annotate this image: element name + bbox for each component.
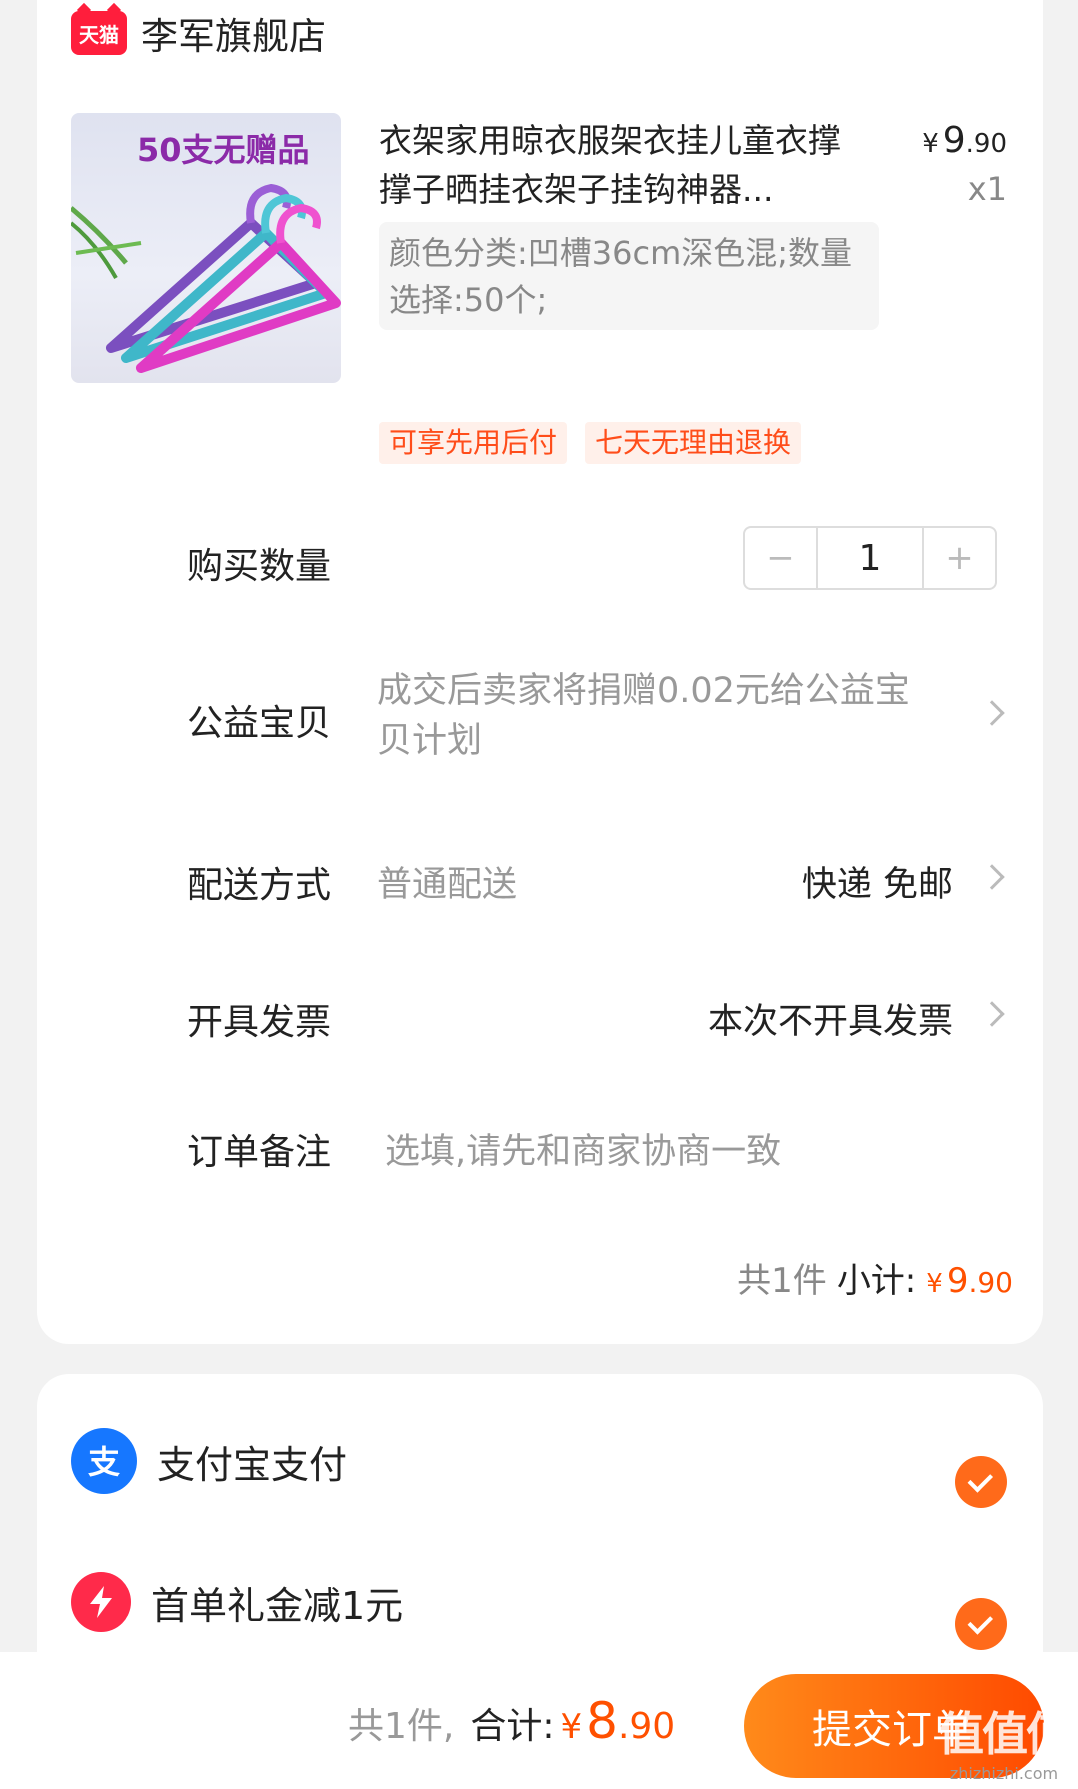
shop-header[interactable]: 天猫 李军旗舰店 [71,6,326,60]
delivery-fee[interactable]: 快递 免邮 [802,856,953,907]
price-dec: .90 [965,129,1007,159]
subtotal: 共1件 小计: ¥9.90 [737,1253,1013,1302]
total-dec: .90 [617,1706,676,1747]
alipay-check-icon[interactable] [955,1456,1007,1508]
increase-button[interactable]: + [922,528,995,588]
total-symbol: ¥ [560,1707,583,1747]
total-count: 共1件, [348,1706,455,1747]
product-quantity: x1 [967,170,1007,208]
coupon-check-icon[interactable] [955,1598,1007,1650]
order-card: 天猫 李军旗舰店 50支无赠品 衣架家用晾衣服架衣挂儿童衣撑撑子晒挂衣架子挂钩神… [37,0,1043,1344]
watermark-url: zhizhizhi.com [949,1764,1059,1783]
coupon-option[interactable]: 首单礼金减1元 [71,1572,403,1632]
tag-seven-day-return: 七天无理由退换 [585,422,802,464]
total-label: 合计: [470,1706,555,1747]
checkout-bar: 共1件, 合计: ¥8.90 提交订单 值值值 zhizhizhi.com [0,1652,1078,1789]
total-summary: 共1件, 合计: ¥8.90 [348,1692,675,1750]
subtotal-label: 小计: [836,1261,917,1301]
site-watermark: 值值值 zhizhizhi.com [938,1698,1072,1783]
delivery-method[interactable]: 普通配送 [377,856,517,907]
product-price: ¥9.90 [922,120,1007,161]
total-amount: ¥8.90 [561,1692,676,1750]
subtotal-amount: ¥9.90 [926,1261,1013,1301]
charity-value[interactable]: 成交后卖家将捐赠0.02元给公益宝贝计划 [377,666,937,766]
charity-chevron-icon[interactable] [979,700,1005,726]
note-input[interactable]: 选填,请先和商家协商一致 [385,1123,781,1174]
charity-label: 公益宝贝 [187,703,332,744]
subtotal-symbol: ¥ [926,1269,943,1299]
shop-name[interactable]: 李军旗舰店 [141,6,326,60]
decrease-button[interactable]: − [745,528,818,588]
quantity-stepper[interactable]: − 1 + [743,526,997,590]
watermark-logo: 值值值 [938,1707,1072,1761]
invoice-value[interactable]: 本次不开具发票 [708,993,953,1044]
quantity-label: 购买数量 [187,546,332,587]
tag-pay-later: 可享先用后付 [379,422,568,464]
price-symbol: ¥ [922,129,939,159]
delivery-label: 配送方式 [187,865,332,906]
invoice-label: 开具发票 [187,1002,332,1043]
quantity-value[interactable]: 1 [818,528,922,588]
subtotal-count: 共1件 [737,1261,827,1301]
product-image[interactable]: 50支无赠品 [71,113,341,383]
invoice-chevron-icon[interactable] [979,1001,1005,1027]
price-int: 9 [942,120,966,161]
subtotal-int: 9 [946,1261,969,1301]
alipay-icon: 支 [71,1428,137,1494]
hanger-illustration [71,183,341,373]
product-sku[interactable]: 颜色分类:凹槽36cm深色混;数量选择:50个; [379,222,879,330]
coupon-label: 首单礼金减1元 [151,1583,404,1628]
bolt-icon [71,1572,131,1632]
alipay-option[interactable]: 支 支付宝支付 [71,1428,347,1494]
delivery-chevron-icon[interactable] [979,864,1005,890]
svg-text:支: 支 [88,1443,120,1481]
total-int: 8 [586,1692,618,1750]
tmall-logo: 天猫 [71,11,127,55]
note-label: 订单备注 [187,1132,332,1173]
subtotal-dec: .90 [968,1266,1013,1299]
product-title[interactable]: 衣架家用晾衣服架衣挂儿童衣撑撑子晒挂衣架子挂钩神器... [379,116,859,214]
alipay-label: 支付宝支付 [157,1442,348,1487]
